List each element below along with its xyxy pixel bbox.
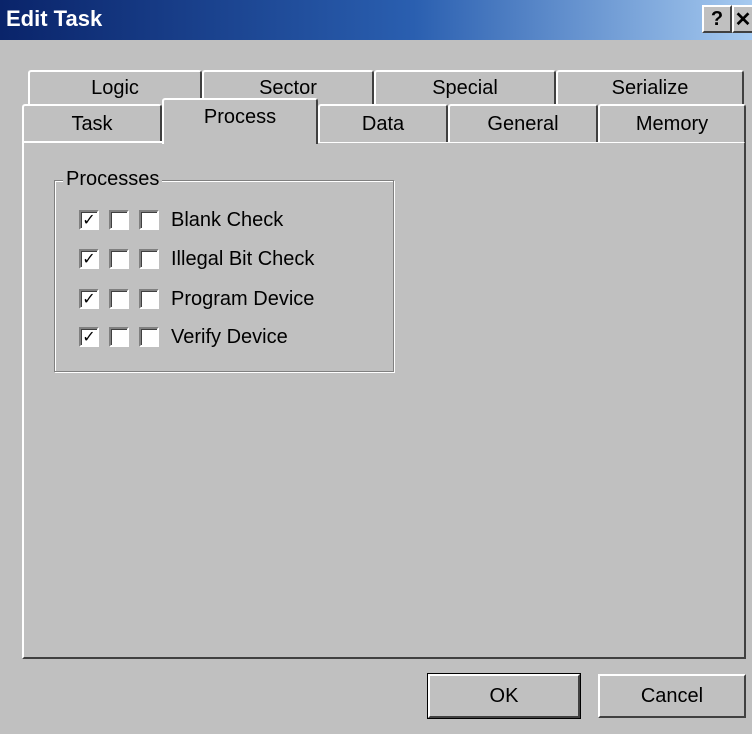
verify-device-label: Verify Device xyxy=(171,325,288,348)
processes-groupbox: Processes ✓ Blank Check ✓ Illegal Bit Ch… xyxy=(54,168,394,372)
program-device-label: Program Device xyxy=(171,287,315,310)
blank-check-checkbox-2[interactable] xyxy=(109,210,129,230)
illegal-bit-check-checkbox-3[interactable] xyxy=(139,249,159,269)
close-button[interactable]: ✕ xyxy=(732,5,752,33)
illegal-bit-check-checkbox-1[interactable]: ✓ xyxy=(79,249,99,269)
blank-check-checkbox-3[interactable] xyxy=(139,210,159,230)
blank-check-label: Blank Check xyxy=(171,208,284,231)
illegal-bit-check-label: Illegal Bit Check xyxy=(171,247,315,270)
process-row-verify-device: ✓ Verify Device xyxy=(79,324,288,350)
ok-button[interactable]: OK xyxy=(427,673,581,719)
tab-special[interactable]: Special xyxy=(374,70,556,104)
illegal-bit-check-checkbox-2[interactable] xyxy=(109,249,129,269)
process-row-illegal-bit-check: ✓ Illegal Bit Check xyxy=(79,246,314,272)
tab-process[interactable]: Process xyxy=(162,98,318,144)
help-button[interactable]: ? xyxy=(702,5,732,33)
close-icon: ✕ xyxy=(734,8,752,31)
program-device-checkbox-2[interactable] xyxy=(109,289,129,309)
tab-memory[interactable]: Memory xyxy=(598,104,746,142)
program-device-checkbox-3[interactable] xyxy=(139,289,159,309)
verify-device-checkbox-1[interactable]: ✓ xyxy=(79,327,99,347)
process-row-program-device: ✓ Program Device xyxy=(79,286,314,312)
help-icon: ? xyxy=(710,7,724,30)
tab-task[interactable]: Task xyxy=(22,104,162,142)
verify-device-checkbox-3[interactable] xyxy=(139,327,159,347)
verify-device-checkbox-2[interactable] xyxy=(109,327,129,347)
title-bar[interactable]: Edit Task ? ✕ xyxy=(0,0,752,40)
process-row-blank-check: ✓ Blank Check xyxy=(79,207,283,233)
cancel-button[interactable]: Cancel xyxy=(598,674,746,718)
edit-task-dialog: Edit Task ? ✕ Logic Sector Special Seria… xyxy=(0,0,752,734)
tab-general[interactable]: General xyxy=(448,104,598,142)
window-title: Edit Task xyxy=(6,6,103,31)
tab-serialize[interactable]: Serialize xyxy=(556,70,744,104)
tab-data[interactable]: Data xyxy=(318,104,448,142)
program-device-checkbox-1[interactable]: ✓ xyxy=(79,289,99,309)
blank-check-checkbox-1[interactable]: ✓ xyxy=(79,210,99,230)
processes-group-label: Processes xyxy=(63,168,163,191)
